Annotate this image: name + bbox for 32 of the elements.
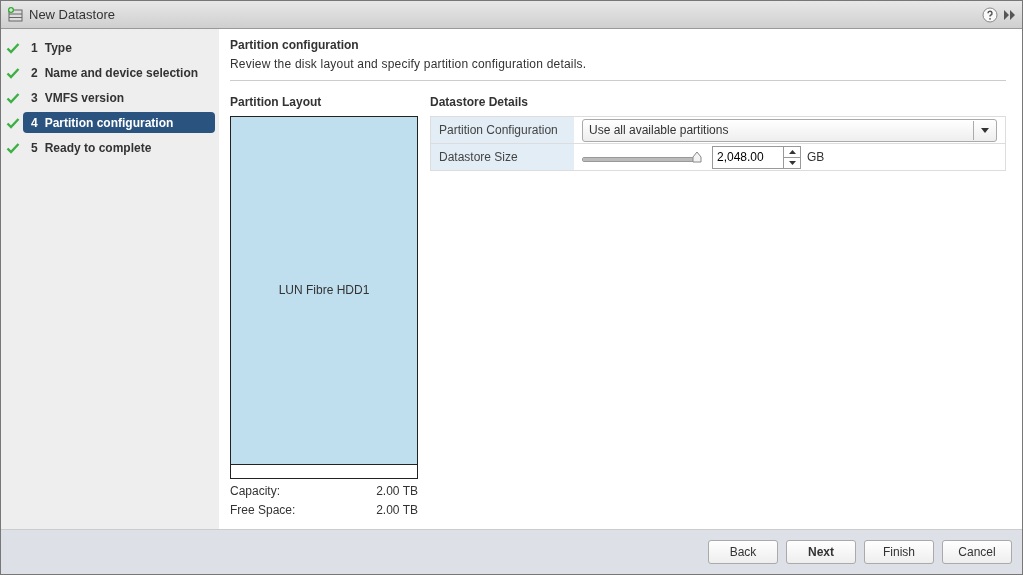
datastore-icon — [7, 7, 23, 22]
up-arrow-icon[interactable] — [788, 149, 796, 154]
page-description: Review the disk layout and specify partition configuration details. — [230, 57, 588, 71]
section-heading: Datastore Details — [430, 95, 530, 109]
disk-label: LUN Fibre HDD1 — [278, 283, 370, 298]
stat-label: Free Space: — [230, 503, 296, 517]
stat-value: 2.00 TB — [376, 503, 418, 517]
wizard-step[interactable]: 1 Type — [23, 37, 215, 58]
help-icon[interactable] — [982, 6, 998, 23]
slider-thumb[interactable] — [692, 151, 702, 163]
footer-button[interactable]: Finish — [864, 540, 934, 564]
field-label: Partition Configuration — [430, 116, 574, 144]
size-slider[interactable] — [582, 151, 702, 163]
partition-dropdown[interactable]: Use all available partitions — [582, 118, 997, 142]
wizard-step[interactable]: 5 Ready to complete — [23, 137, 215, 158]
footer-button[interactable]: Cancel — [942, 540, 1012, 564]
caret-icon — [981, 127, 989, 133]
footer-button[interactable]: Next — [786, 540, 856, 564]
wizard-step[interactable]: 2 Name and device selection — [23, 62, 215, 83]
fast-forward-icon[interactable] — [1004, 9, 1016, 20]
page-title: Partition configuration — [230, 38, 360, 52]
stat-value: 2.00 TB — [376, 484, 418, 498]
down-arrow-icon[interactable] — [788, 160, 796, 165]
wizard-step[interactable]: 3 VMFS version — [23, 87, 215, 108]
wizard-step[interactable]: 4 Partition configuration — [23, 112, 215, 133]
footer-button[interactable]: Back — [708, 540, 778, 564]
size-field[interactable]: 2,048.00 — [712, 145, 784, 169]
section-heading: Partition Layout — [230, 95, 323, 109]
field-label: Datastore Size — [430, 143, 574, 171]
unit-label: GB — [807, 150, 825, 164]
stat-label: Capacity: — [230, 484, 281, 498]
window-title: New Datastore — [29, 7, 116, 22]
